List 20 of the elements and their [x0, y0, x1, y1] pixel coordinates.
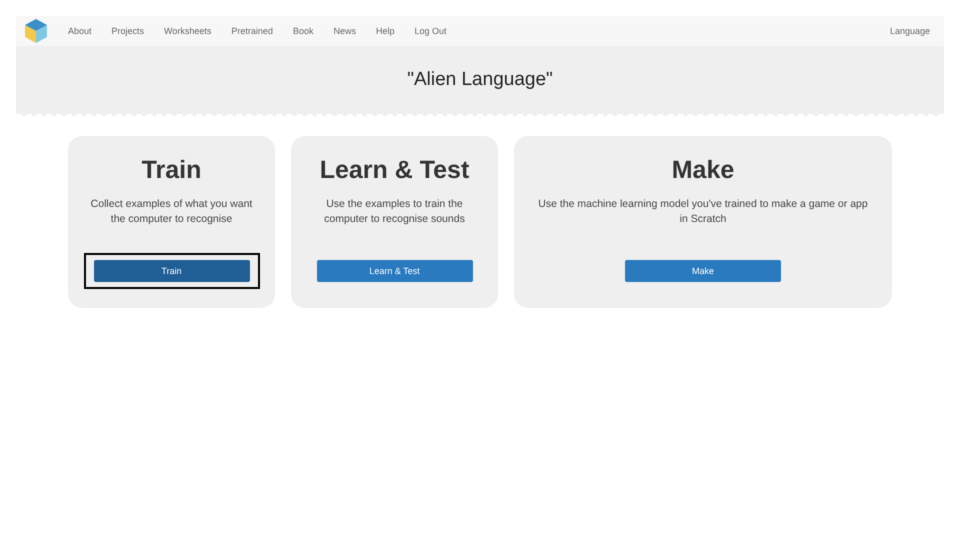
- card-title: Learn & Test: [320, 156, 470, 185]
- card-button[interactable]: Train: [94, 260, 250, 282]
- nav-link[interactable]: Log Out: [414, 26, 447, 36]
- card-button[interactable]: Learn & Test: [316, 260, 472, 282]
- nav-link[interactable]: Projects: [112, 26, 144, 36]
- card-description: Use the machine learning model you've trained to make a game or app in Scratch: [537, 197, 869, 227]
- language-link[interactable]: Language: [890, 26, 930, 36]
- card-title: Make: [672, 156, 734, 185]
- nav-link[interactable]: News: [333, 26, 356, 36]
- card-description: Collect examples of what you want the computer to recognise: [90, 197, 254, 227]
- card-description: Use the examples to train the computer to recognise sounds: [323, 197, 466, 227]
- card-button[interactable]: Make: [625, 260, 781, 282]
- nav-link[interactable]: About: [68, 26, 92, 36]
- cube-logo-icon[interactable]: [24, 18, 48, 44]
- card-title: Train: [142, 156, 202, 185]
- nav-link[interactable]: Worksheets: [164, 26, 212, 36]
- project-title: "Alien Language": [407, 69, 553, 91]
- nav-link[interactable]: Book: [292, 26, 314, 36]
- nav-link[interactable]: Pretrained: [231, 26, 273, 36]
- nav-link[interactable]: Help: [376, 26, 394, 36]
